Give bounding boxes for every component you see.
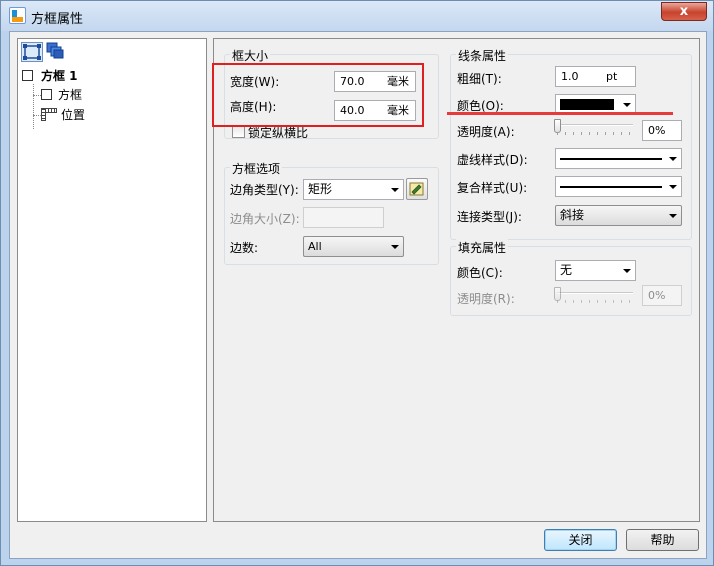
compound-style-label: 复合样式(U): — [457, 181, 528, 195]
fill-color-label: 颜色(C): — [457, 266, 503, 280]
join-type-label: 连接类型(J): — [457, 210, 522, 224]
tree-connector — [33, 115, 41, 116]
title-bar: 方框属性 x — [1, 1, 713, 31]
app-icon — [9, 7, 26, 24]
tree-item-position[interactable]: 位置 — [41, 106, 85, 124]
line-transparency-slider[interactable] — [557, 124, 633, 126]
frame-options-title: 方框选项 — [230, 160, 283, 177]
slider-ticks — [557, 132, 633, 135]
tree-root-item[interactable]: 方框 1 — [22, 67, 78, 85]
fill-transparency-slider[interactable] — [557, 292, 633, 294]
box-icon — [41, 89, 52, 100]
compound-sample — [560, 186, 662, 188]
tree-pane: 方框 1 方框 位置 — [17, 38, 207, 522]
close-button[interactable]: 关闭 — [544, 529, 617, 551]
frame-view-toggle-button[interactable] — [21, 42, 43, 62]
fill-transparency-thumb[interactable] — [554, 287, 561, 301]
corner-type-select[interactable]: 矩形 — [303, 179, 404, 200]
sides-select[interactable]: All — [303, 236, 404, 257]
edit-corners-icon — [409, 182, 424, 196]
thickness-unit: pt — [606, 70, 618, 83]
compound-style-select[interactable] — [555, 176, 682, 197]
window-title: 方框属性 — [31, 12, 84, 27]
dialog-client: 方框 1 方框 位置 框大小 宽度(W): 70.0 毫米 高度(H): 40.… — [9, 31, 707, 559]
corner-type-label: 边角类型(Y): — [230, 183, 299, 197]
fill-props-title: 填充属性 — [456, 239, 509, 256]
corner-size-input[interactable] — [303, 207, 384, 228]
line-transparency-label: 透明度(A): — [457, 125, 515, 139]
thickness-label: 粗细(T): — [457, 72, 502, 86]
corner-size-label: 边角大小(Z): — [230, 212, 300, 226]
dash-style-label: 虚线样式(D): — [457, 153, 528, 167]
box-icon — [22, 70, 33, 81]
line-transparency-input[interactable]: 0% — [642, 120, 682, 141]
properties-pane: 框大小 宽度(W): 70.0 毫米 高度(H): 40.0 毫米 锁定纵横比 … — [212, 38, 700, 522]
join-type-select[interactable]: 斜接 — [555, 205, 682, 226]
line-transparency-thumb[interactable] — [554, 119, 561, 133]
fill-transparency-input[interactable]: 0% — [642, 285, 682, 306]
highlight-box — [212, 63, 424, 127]
tree-item-frame[interactable]: 方框 — [41, 86, 82, 104]
thickness-input[interactable]: 1.0 pt — [555, 66, 636, 87]
dash-sample — [560, 158, 662, 160]
help-button[interactable]: 帮助 — [626, 529, 699, 551]
tree-connector — [33, 95, 41, 96]
highlight-underline — [447, 112, 673, 115]
fill-color-select[interactable]: 无 — [555, 260, 636, 281]
frame-select-icon — [23, 44, 41, 60]
tree-connector — [33, 84, 34, 129]
ruler-icon — [41, 108, 57, 121]
layers-view-button[interactable] — [45, 42, 67, 62]
line-color-swatch — [560, 99, 614, 110]
frame-size-title: 框大小 — [230, 47, 271, 64]
dash-style-select[interactable] — [555, 148, 682, 169]
close-window-button[interactable]: x — [661, 2, 707, 21]
slider-ticks — [557, 300, 633, 303]
sides-label: 边数: — [230, 241, 259, 255]
layers-icon — [46, 42, 64, 59]
dialog-window: 方框属性 x 方框 1 方框 位置 框大小 宽度(W): 70.0 毫米 高度(… — [0, 0, 714, 566]
corner-options-button[interactable] — [406, 178, 428, 200]
fill-transparency-label: 透明度(R): — [457, 292, 515, 306]
line-props-title: 线条属性 — [456, 47, 509, 64]
